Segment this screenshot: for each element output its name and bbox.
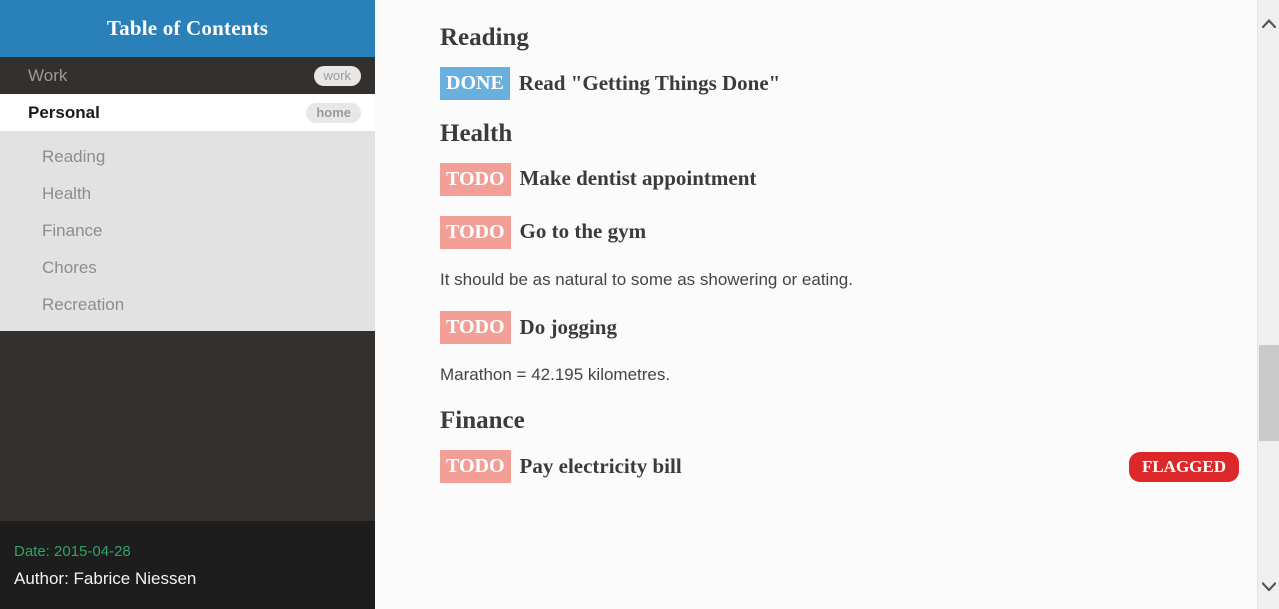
sidebar-item-finance-label: Finance	[42, 220, 103, 240]
flagged-badge[interactable]: FLAGGED	[1128, 451, 1239, 482]
task-title: Make dentist appointment	[519, 166, 757, 191]
sidebar-item-recreation-label: Recreation	[42, 294, 125, 314]
toc-body: Work work Personal home Reading Health F…	[0, 57, 375, 521]
sidebar-item-recreation[interactable]: Recreation	[0, 286, 375, 323]
task-keyword-todo[interactable]: TODO	[440, 215, 511, 249]
section-heading: Finance	[440, 407, 525, 435]
sidebar-item-work-label: Work	[28, 65, 68, 85]
task-keyword-todo[interactable]: TODO	[440, 450, 511, 484]
section-heading: Reading	[440, 24, 529, 51]
task-item[interactable]: TODO Pay electricity bill FLAGGED	[440, 450, 1239, 484]
sidebar-item-finance[interactable]: Finance	[0, 212, 375, 249]
sidebar-tag-home[interactable]: home	[306, 102, 361, 123]
toc-header: Table of Contents	[0, 0, 375, 57]
sidebar-item-personal-label: Personal	[28, 102, 100, 122]
task-keyword-todo[interactable]: TODO	[440, 311, 511, 345]
task-item[interactable]: TODO Go to the gym	[440, 215, 1239, 249]
scrollbar-thumb[interactable]	[1259, 345, 1279, 441]
task-keyword-done[interactable]: DONE	[440, 66, 510, 100]
sidebar-tag-work[interactable]: work	[313, 65, 361, 86]
app-root: Table of Contents Work work Personal hom…	[0, 0, 1279, 609]
task-item[interactable]: TODO Do jogging	[440, 311, 1239, 345]
sidebar-item-personal[interactable]: Personal home	[0, 94, 375, 131]
task-item[interactable]: TODO Make dentist appointment	[440, 162, 1239, 196]
sidebar-item-health-label: Health	[42, 183, 92, 203]
sidebar-item-reading[interactable]: Reading	[0, 138, 375, 175]
sidebar-item-chores-label: Chores	[42, 257, 97, 277]
section-heading: Health	[440, 119, 513, 147]
sidebar-item-reading-label: Reading	[42, 146, 106, 166]
sidebar-item-work[interactable]: Work work	[0, 57, 375, 94]
sidebar-item-health[interactable]: Health	[0, 175, 375, 212]
paragraph: It should be as natural to some as showe…	[440, 269, 853, 289]
sidebar-footer: Date: 2015-04-28 Author: Fabrice Niessen	[0, 521, 375, 609]
task-title: Pay electricity bill	[519, 454, 682, 479]
paragraph: Marathon = 42.195 kilometres.	[440, 365, 671, 385]
scroll-down-button[interactable]	[1258, 571, 1279, 601]
task-title: Read "Getting Things Done"	[518, 70, 781, 95]
task-title: Do jogging	[519, 315, 617, 340]
task-keyword-todo[interactable]: TODO	[440, 162, 511, 196]
sidebar: Table of Contents Work work Personal hom…	[0, 0, 375, 609]
document-author: Author: Fabrice Niessen	[14, 569, 197, 588]
task-title: Go to the gym	[519, 219, 647, 244]
content-area: Reading DONE Read "Getting Things Done" Hea…	[375, 0, 1279, 609]
chevron-down-icon	[1262, 581, 1276, 591]
vertical-scrollbar[interactable]	[1257, 0, 1279, 609]
document-date: Date: 2015-04-28	[14, 543, 131, 560]
document-body: Reading DONE Read "Getting Things Done" Hea…	[375, 0, 1279, 484]
toc-header-title: Table of Contents	[106, 16, 269, 40]
sidebar-item-chores[interactable]: Chores	[0, 249, 375, 286]
sidebar-sublist: Reading Health Finance Chores Recreation	[0, 131, 375, 331]
chevron-up-icon	[1262, 18, 1276, 28]
scroll-up-button[interactable]	[1258, 8, 1279, 38]
task-item[interactable]: DONE Read "Getting Things Done"	[440, 66, 1239, 100]
